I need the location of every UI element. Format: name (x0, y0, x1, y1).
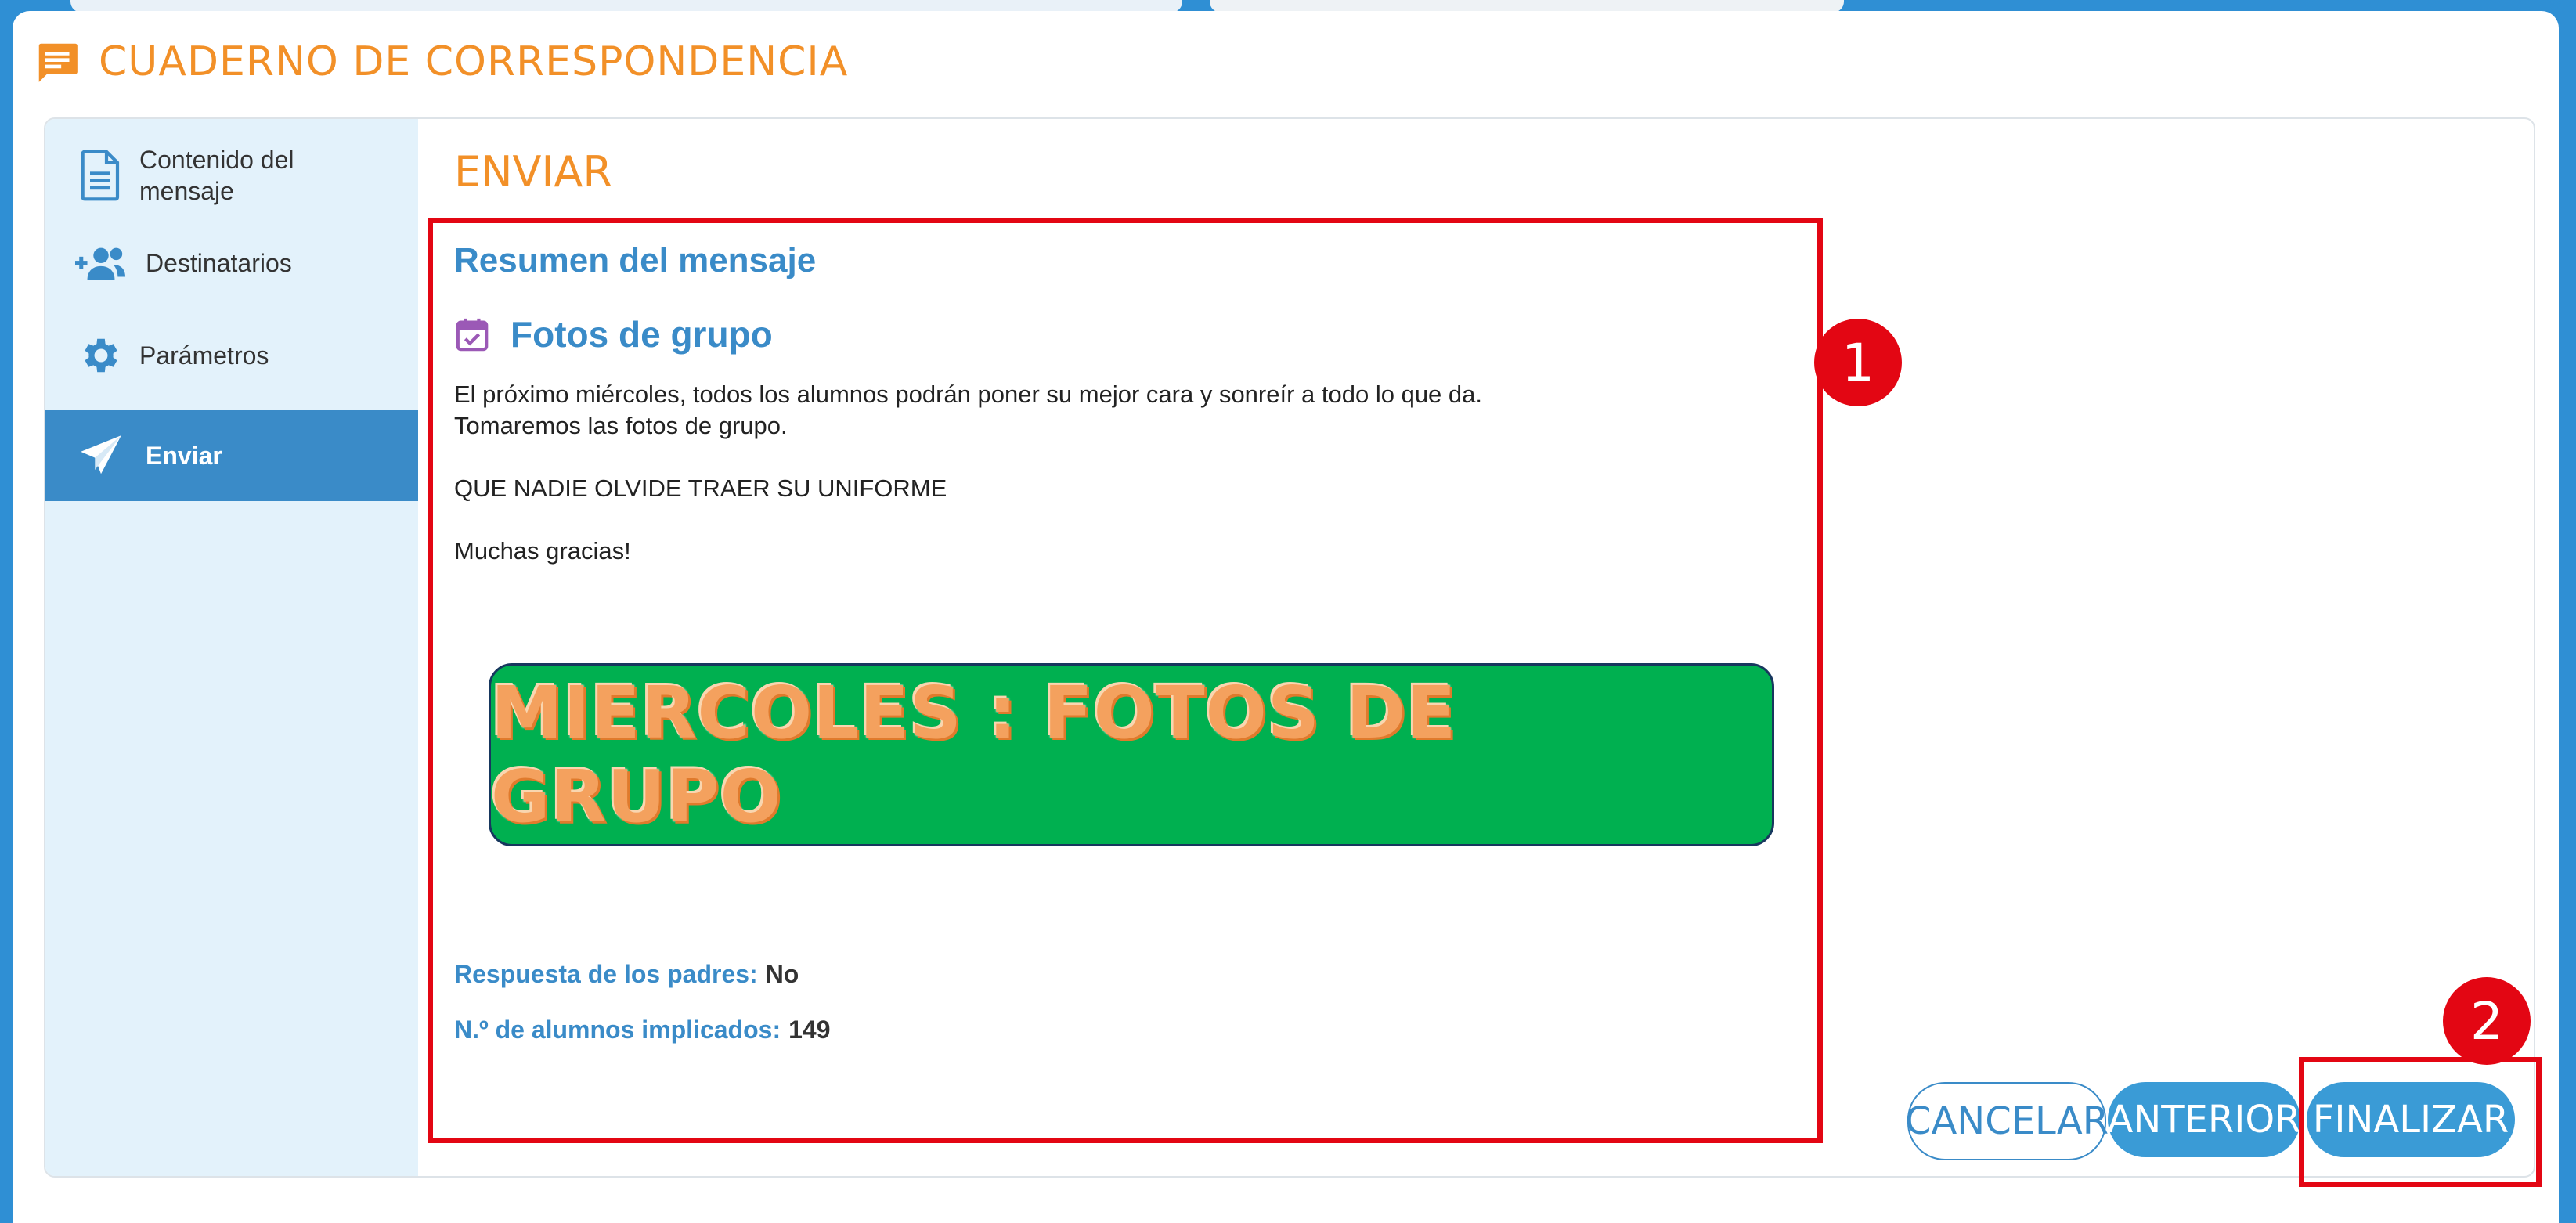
sidebar-item-label: Destinatarios (146, 249, 292, 277)
sidebar-item-label: Contenido del mensaje (139, 146, 294, 205)
parent-reply-row: Respuesta de los padres: No (454, 960, 799, 989)
students-count-value: 149 (788, 1016, 831, 1044)
sidebar-item-parametros[interactable]: Parámetros (45, 316, 418, 395)
event-title: Fotos de grupo (511, 314, 773, 355)
attached-banner-image: MIERCOLES : FOTOS DE GRUPO (489, 663, 1774, 846)
message-line (454, 504, 1785, 536)
sidebar-item-label: Enviar (146, 442, 222, 470)
sidebar-item-destinatarios[interactable]: Destinatarios (45, 224, 418, 302)
previous-button[interactable]: ANTERIOR (2107, 1082, 2301, 1157)
message-line: El próximo miércoles, todos los alumnos … (454, 381, 1483, 408)
paper-plane-icon (75, 430, 127, 482)
parent-reply-label: Respuesta de los padres: (454, 960, 758, 988)
wizard-panel: Contenido del mensaje Destinatarios Pará… (44, 117, 2535, 1178)
annotation-badge-2: 2 (2443, 977, 2531, 1065)
wizard-sidebar: Contenido del mensaje Destinatarios Pará… (45, 119, 418, 1176)
app-title: CUADERNO DE CORRESPONDENCIA (99, 38, 849, 85)
document-icon (75, 150, 127, 201)
parent-reply-value: No (765, 960, 799, 988)
summary-heading: Resumen del mensaje (454, 241, 817, 280)
app-header: CUADERNO DE CORRESPONDENCIA (33, 27, 848, 97)
banner-text: MIERCOLES : FOTOS DE GRUPO (491, 671, 1457, 839)
page-title: ENVIAR (454, 147, 612, 197)
add-users-icon (75, 237, 127, 289)
students-count-label: N.º de alumnos implicados: (454, 1016, 781, 1044)
finish-button[interactable]: FINALIZAR (2307, 1082, 2515, 1157)
message-body: El próximo miércoles, todos los alumnos … (454, 379, 1785, 567)
sidebar-item-enviar[interactable]: Enviar (45, 410, 418, 501)
message-note-icon (38, 43, 78, 82)
students-count-row: N.º de alumnos implicados: 149 (454, 1016, 830, 1044)
calendar-check-icon (456, 318, 489, 352)
gear-icon (75, 330, 127, 381)
message-line (454, 442, 1785, 473)
sidebar-item-contenido[interactable]: Contenido del mensaje (45, 135, 418, 216)
message-line: QUE NADIE OLVIDE TRAER SU UNIFORME (454, 474, 947, 502)
event-header: Fotos de grupo (454, 313, 773, 355)
cancel-button[interactable]: CANCELAR (1905, 1082, 2109, 1160)
sidebar-item-label: Parámetros (139, 341, 269, 370)
message-line: Tomaremos las fotos de grupo. (454, 412, 788, 439)
message-line: Muchas gracias! (454, 537, 631, 565)
annotation-badge-1: 1 (1814, 319, 1902, 406)
